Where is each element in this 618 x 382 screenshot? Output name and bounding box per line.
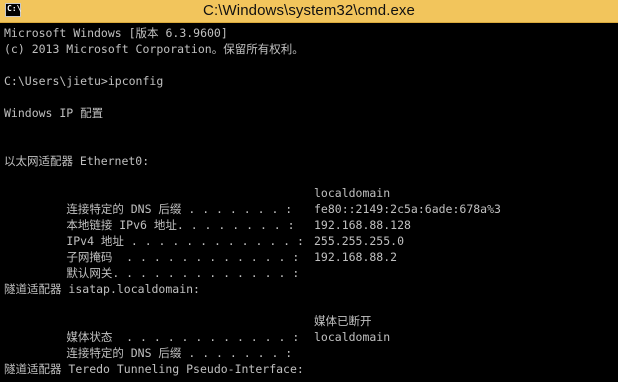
console-line-isatap-adapter: 隧道适配器 isatap.localdomain: [4, 282, 200, 296]
console-value-isatap-dns-suffix: localdomain [314, 330, 391, 344]
console-value-media-state: 媒体已断开 [314, 314, 372, 328]
console-line-copyright: (c) 2013 Microsoft Corporation。保留所有权利。 [4, 42, 304, 56]
console-value-ipv6: fe80::2149:2c5a:6ade:678a%3 [314, 202, 501, 216]
title-bar[interactable]: C:\ C:\Windows\system32\cmd.exe [0, 0, 618, 23]
cmd-window: C:\ C:\Windows\system32\cmd.exe Microsof… [0, 0, 618, 382]
window-title: C:\Windows\system32\cmd.exe [203, 2, 415, 19]
console-label-isatap-dns-suffix: 连接特定的 DNS 后缀 . . . . . . . : [45, 346, 293, 360]
console-value-gateway: 192.168.88.2 [314, 250, 398, 264]
console-line-ip-config-heading: Windows IP 配置 [4, 106, 104, 120]
console-value-dns-suffix: localdomain [314, 186, 391, 200]
console-line-teredo-adapter: 隧道适配器 Teredo Tunneling Pseudo-Interface: [4, 362, 304, 376]
console-value-subnet-mask: 255.255.255.0 [314, 234, 405, 248]
console-label-gateway: 默认网关. . . . . . . . . . . . . : [45, 266, 300, 280]
console-line-version: Microsoft Windows [版本 6.3.9600] [4, 26, 228, 40]
console-line-command: C:\Users\jietu>ipconfig [4, 74, 164, 88]
console-value-ipv4: 192.168.88.128 [314, 218, 411, 232]
console-line-ethernet-adapter: 以太网适配器 Ethernet0: [4, 154, 150, 168]
console-output[interactable]: Microsoft Windows [版本 6.3.9600] (c) 2013… [0, 23, 618, 382]
